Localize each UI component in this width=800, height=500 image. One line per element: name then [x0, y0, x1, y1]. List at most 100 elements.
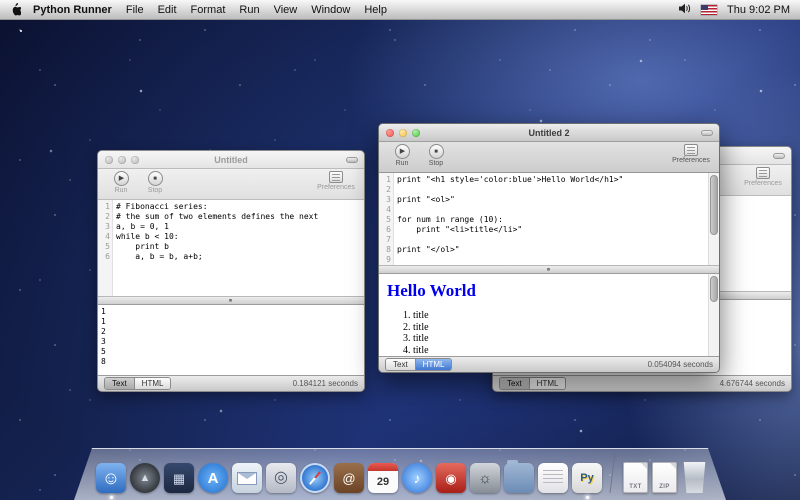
minimize-button[interactable] — [118, 156, 126, 164]
code-text: # Fibonacci series: — [112, 202, 208, 212]
preferences-button-label: Preferences — [744, 180, 782, 187]
code-line: 1# Fibonacci series: — [98, 202, 364, 212]
menu-item[interactable]: File — [126, 4, 144, 16]
menu-item[interactable]: Format — [191, 4, 226, 16]
safari-icon[interactable] — [300, 463, 330, 493]
text-mode-button[interactable]: Text — [386, 359, 415, 370]
splitter-grip[interactable] — [547, 268, 550, 271]
scrollbar-thumb[interactable] — [710, 175, 718, 235]
rendered-list-item: title — [413, 345, 711, 357]
toolbar-toggle-button[interactable] — [701, 130, 713, 136]
code-line: 8print "</ol>" — [379, 245, 719, 255]
line-number: 1 — [379, 175, 393, 185]
address-book-icon[interactable]: @ — [334, 463, 364, 493]
minimize-button[interactable] — [399, 129, 407, 137]
window-controls — [105, 156, 139, 164]
line-number: 5 — [98, 242, 112, 252]
finder-icon[interactable]: ☺ — [96, 463, 126, 493]
dock-separator — [610, 453, 616, 493]
menu-clock[interactable]: Thu 9:02 PM — [727, 4, 790, 16]
menu-bar: Python Runner File Edit Format Run View Windo… — [0, 0, 800, 20]
title-bar[interactable]: Untitled — [98, 151, 364, 169]
toolbar-toggle-button[interactable] — [773, 153, 785, 159]
trash-icon[interactable] — [681, 462, 708, 493]
text-mode-button[interactable]: Text — [500, 378, 529, 389]
downloads-folder-icon[interactable] — [504, 463, 534, 493]
apple-menu-icon[interactable] — [10, 3, 21, 16]
menu-item[interactable]: Window — [311, 4, 350, 16]
menu-item[interactable]: Help — [364, 4, 387, 16]
code-editor[interactable]: 1# Fibonacci series: 2# the sum of two e… — [98, 200, 364, 296]
code-text: print "<h1 style='color:blue'>Hello Worl… — [393, 175, 623, 185]
code-text: print "<li>title</li>" — [393, 225, 522, 235]
line-number: 4 — [98, 232, 112, 242]
html-mode-button[interactable]: HTML — [134, 378, 171, 389]
splitter-grip[interactable] — [229, 299, 232, 302]
itunes-icon[interactable]: ♪ — [402, 463, 432, 493]
stop-button-label: Stop — [429, 160, 443, 167]
preferences-button[interactable]: Preferences — [743, 167, 783, 187]
calendar-icon[interactable]: 29 — [368, 463, 398, 493]
rendered-list-item: title — [413, 322, 711, 334]
output-mode-toggle: Text HTML — [385, 358, 452, 371]
volume-icon[interactable] — [678, 3, 691, 17]
output-line: 5 — [101, 347, 364, 357]
zoom-button[interactable] — [412, 129, 420, 137]
run-button[interactable]: ▶ Run — [387, 144, 417, 167]
rendered-list: titletitletitletitletitletitle — [413, 310, 711, 356]
toolbar-toggle-button[interactable] — [346, 157, 358, 163]
html-mode-button[interactable]: HTML — [529, 378, 566, 389]
execution-time: 0.054094 seconds — [648, 360, 713, 369]
preferences-button[interactable]: Preferences — [316, 171, 356, 191]
code-line: 6 a, b = b, a+b; — [98, 252, 364, 262]
code-text — [393, 255, 397, 265]
zoom-button[interactable] — [131, 156, 139, 164]
stop-button[interactable]: ■ Stop — [421, 144, 451, 167]
run-button[interactable]: ▶ Run — [106, 171, 136, 194]
rendered-list-item: title — [413, 333, 711, 345]
launchpad-icon[interactable]: ▲ — [130, 463, 160, 493]
running-indicator — [586, 496, 589, 499]
running-indicator — [110, 496, 113, 499]
code-text: for num in range (10): — [393, 215, 503, 225]
scrollbar — [708, 173, 719, 265]
title-bar[interactable]: Untitled 2 — [379, 124, 719, 142]
menu-item[interactable]: Run — [239, 4, 259, 16]
code-editor[interactable]: 1print "<h1 style='color:blue'>Hello Wor… — [379, 173, 719, 265]
code-text — [393, 205, 397, 215]
scrollbar-thumb[interactable] — [710, 276, 718, 302]
text-mode-button[interactable]: Text — [105, 378, 134, 389]
code-line: 6 print "<li>title</li>" — [379, 225, 719, 235]
code-line: 4 — [379, 205, 719, 215]
html-mode-button[interactable]: HTML — [415, 359, 452, 370]
bright-stars — [20, 30, 22, 32]
close-button[interactable] — [105, 156, 113, 164]
output-mode-toggle: Text HTML — [104, 377, 171, 390]
mission-control-icon[interactable]: ▦ — [164, 463, 194, 493]
code-line: 2 — [379, 185, 719, 195]
menu-item[interactable]: View — [274, 4, 298, 16]
menu-item[interactable]: Edit — [158, 4, 177, 16]
preferences-icon — [329, 171, 343, 183]
preferences-button[interactable]: Preferences — [671, 144, 711, 164]
pane-splitter[interactable] — [379, 265, 719, 274]
app-store-icon[interactable]: A — [198, 463, 228, 493]
zip-document-icon[interactable]: ZIP — [652, 462, 677, 493]
mail-icon[interactable] — [232, 463, 262, 493]
stop-button[interactable]: ■ Stop — [140, 171, 170, 194]
preview-icon[interactable]: ◎ — [266, 463, 296, 493]
line-number: 7 — [379, 235, 393, 245]
pane-splitter[interactable] — [98, 296, 364, 305]
app-menu-title[interactable]: Python Runner — [33, 4, 112, 16]
txt-document-icon[interactable]: TXT — [623, 462, 648, 493]
textedit-icon[interactable] — [538, 463, 568, 493]
python-runner-icon[interactable]: Py — [572, 463, 602, 493]
toolbar: ▶ Run ■ Stop Preferences — [379, 142, 719, 173]
photo-booth-icon[interactable]: ◉ — [436, 463, 466, 493]
output-mode-toggle: Text HTML — [499, 377, 566, 390]
code-line: 1print "<h1 style='color:blue'>Hello Wor… — [379, 175, 719, 185]
system-preferences-icon[interactable]: ☼ — [470, 463, 500, 493]
keyboard-flag-icon[interactable] — [701, 5, 717, 15]
close-button[interactable] — [386, 129, 394, 137]
code-text: print b — [112, 242, 169, 252]
